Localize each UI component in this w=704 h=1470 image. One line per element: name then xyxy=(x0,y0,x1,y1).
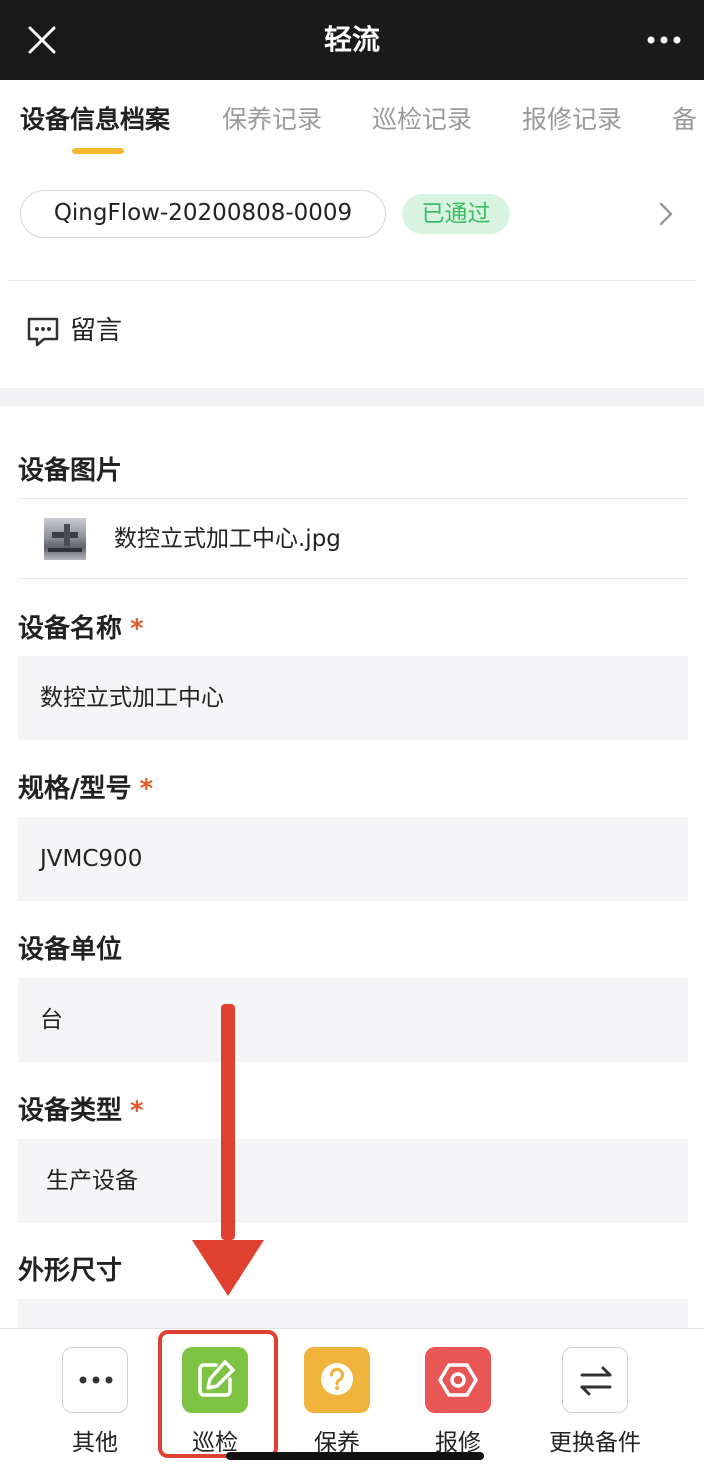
dimensions-field[interactable] xyxy=(18,1299,688,1328)
section-separator xyxy=(0,388,704,406)
record-id: QingFlow-20200808-0009 xyxy=(20,190,386,238)
device-unit-label: 设备单位 xyxy=(18,935,123,965)
image-filename: 数控立式加工中心.jpg xyxy=(114,526,341,552)
home-indicator xyxy=(226,1452,484,1460)
tab-repair[interactable]: 报修记录 xyxy=(522,100,622,136)
active-tab-indicator xyxy=(72,148,124,154)
other-label: 其他 xyxy=(72,1430,118,1456)
page-title: 轻流 xyxy=(323,23,380,56)
other-button[interactable]: 其他 xyxy=(35,1347,155,1457)
swap-icon xyxy=(562,1347,628,1413)
more-icon[interactable] xyxy=(646,26,682,54)
dimensions-label: 外形尺寸 xyxy=(18,1256,123,1286)
question-icon xyxy=(304,1347,370,1413)
replace-parts-button[interactable]: 更换备件 xyxy=(535,1347,655,1457)
device-unit-field[interactable]: 台 xyxy=(18,978,688,1062)
required-mark: * xyxy=(139,774,154,804)
divider xyxy=(18,578,688,579)
device-type-field[interactable]: 生产设备 xyxy=(18,1139,688,1223)
spec-model-field[interactable]: JVMC900 xyxy=(18,817,688,901)
tab-more[interactable]: 备 xyxy=(672,100,697,136)
tab-inspection[interactable]: 巡检记录 xyxy=(372,100,472,136)
hex-nut-icon xyxy=(425,1347,491,1413)
divider xyxy=(18,498,688,499)
device-name-label: 设备名称 * xyxy=(18,614,144,644)
comment-icon xyxy=(27,317,59,347)
repair-button[interactable]: 报修 xyxy=(398,1347,518,1457)
device-image-label: 设备图片 xyxy=(18,456,123,486)
replace-parts-label: 更换备件 xyxy=(549,1430,641,1456)
device-name-field[interactable]: 数控立式加工中心 xyxy=(18,656,688,740)
bottom-action-bar: 其他 巡检 保养 报修 更换备件 xyxy=(0,1328,704,1470)
tab-maintenance[interactable]: 保养记录 xyxy=(222,100,322,136)
more-icon xyxy=(62,1347,128,1413)
required-mark: * xyxy=(130,614,144,644)
spec-model-label: 规格/型号 * xyxy=(18,774,154,804)
tab-device-info[interactable]: 设备信息档案 xyxy=(20,100,170,136)
annotation-highlight xyxy=(158,1330,278,1458)
annotation-arrow xyxy=(192,1004,264,1296)
title-bar: 轻流 xyxy=(0,0,704,80)
device-type-label: 设备类型 * xyxy=(18,1096,144,1126)
divider xyxy=(8,280,696,281)
required-mark: * xyxy=(130,1096,144,1126)
maintain-button[interactable]: 保养 xyxy=(277,1347,397,1457)
record-header[interactable]: QingFlow-20200808-0009 已通过 xyxy=(0,190,704,242)
chevron-right-icon[interactable] xyxy=(656,200,676,228)
image-thumbnail xyxy=(44,518,86,560)
status-badge: 已通过 xyxy=(402,194,510,234)
comment-label: 留言 xyxy=(70,316,123,346)
